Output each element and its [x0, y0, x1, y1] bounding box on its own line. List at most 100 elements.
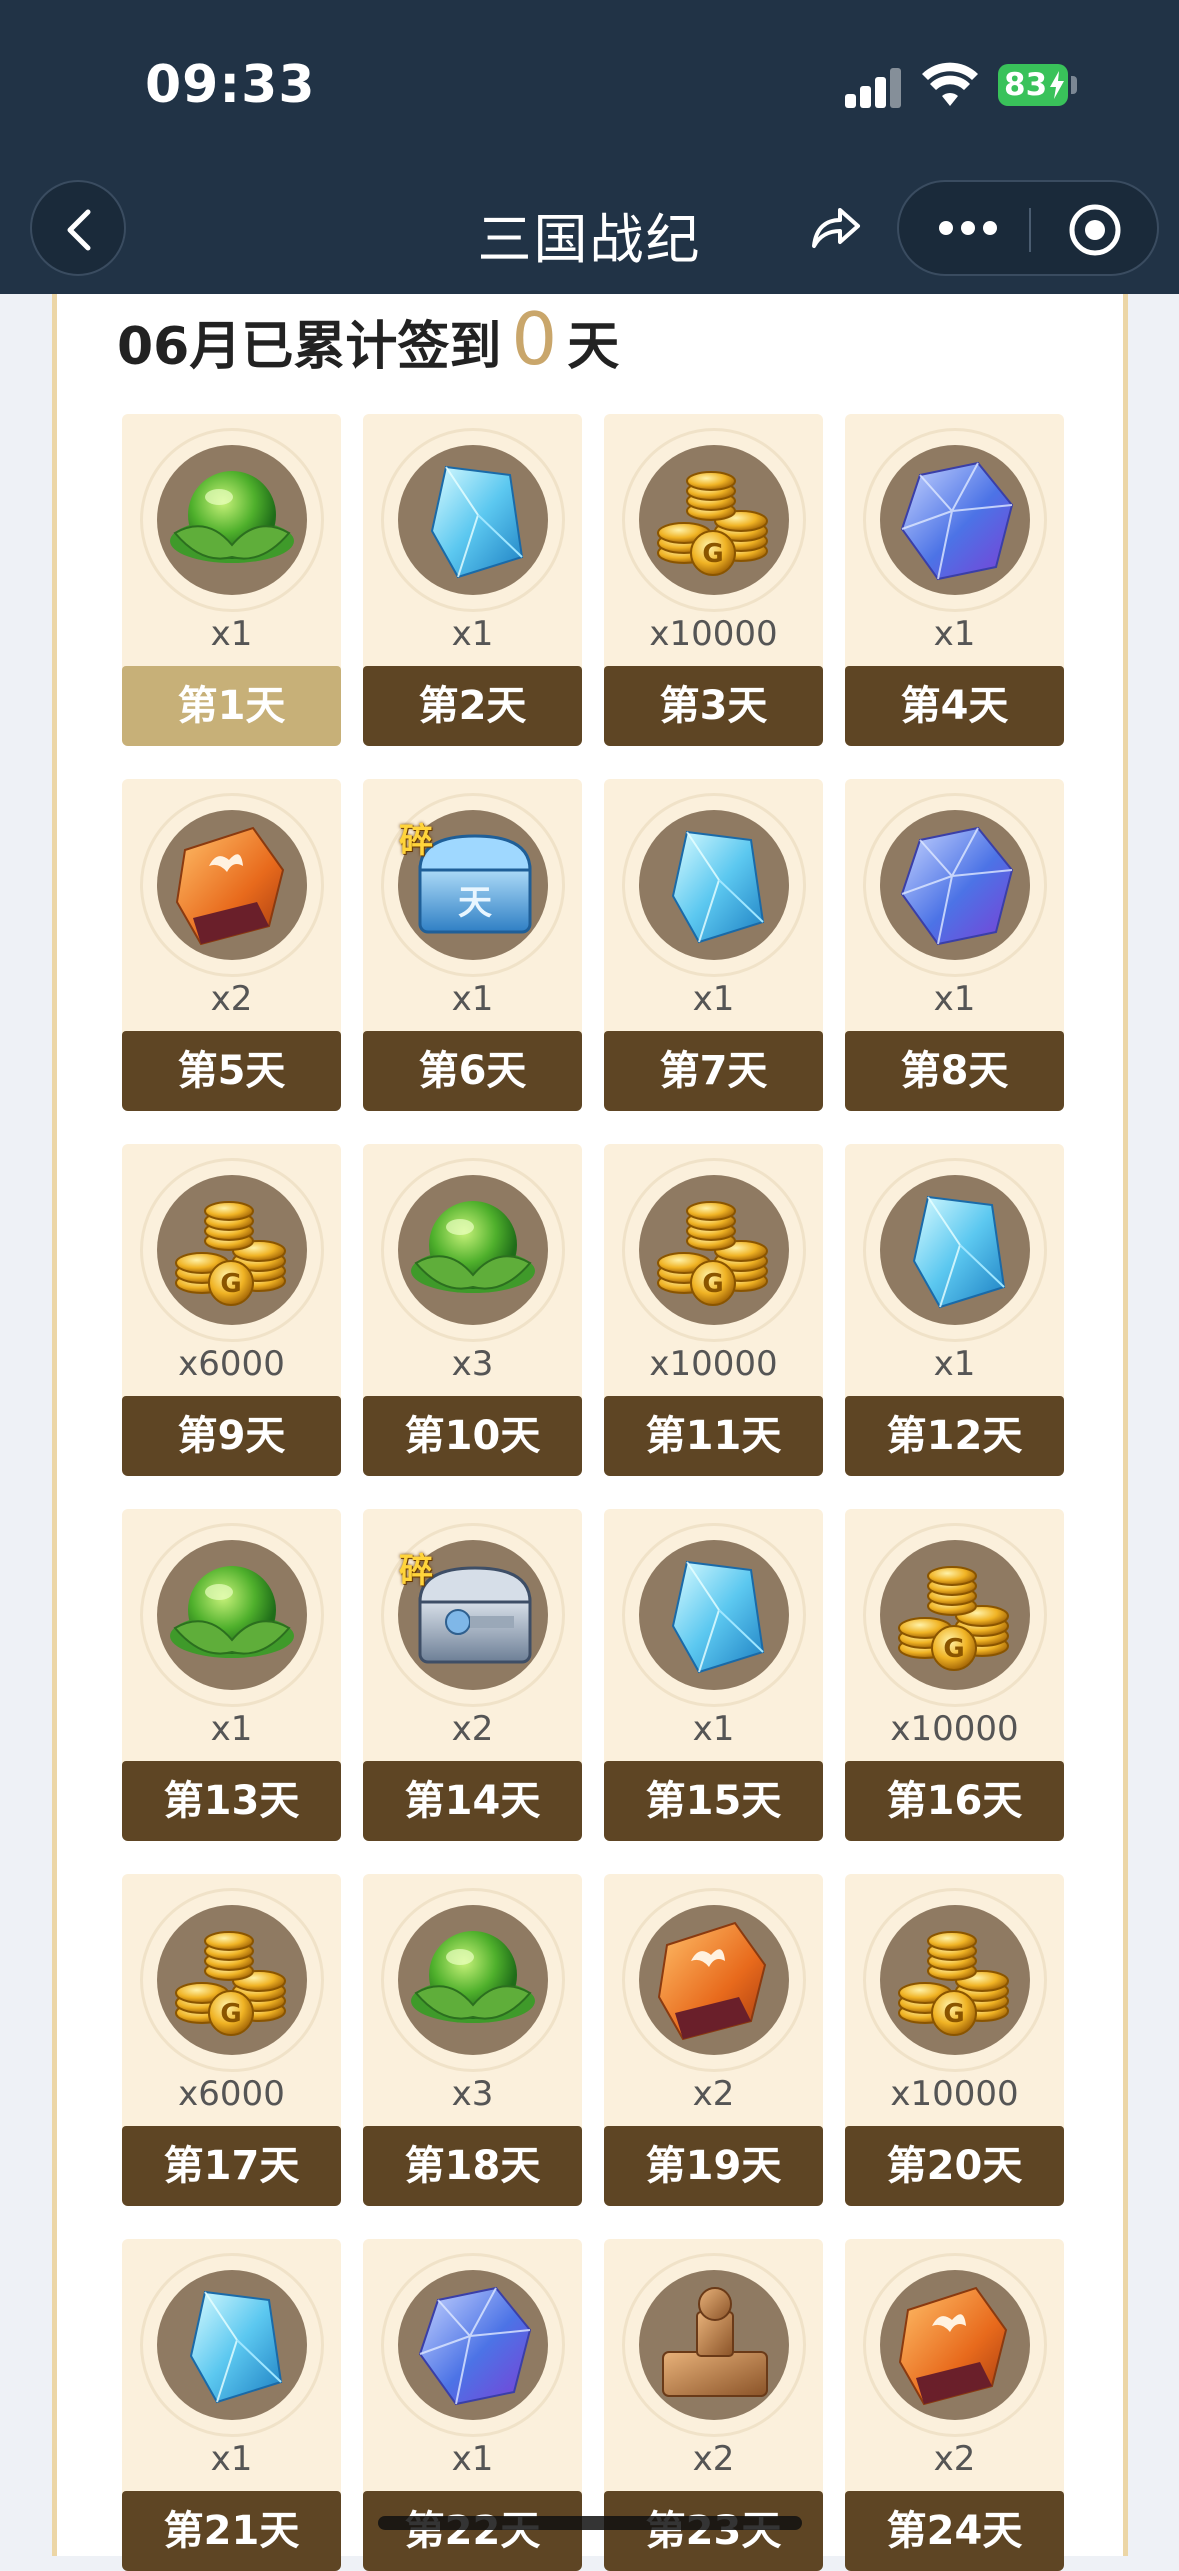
battery-icon: 83: [998, 64, 1068, 106]
reward-icon-frame: G: [863, 1523, 1047, 1707]
day-label: 第10天: [363, 1396, 582, 1476]
reward-cell-day-5[interactable]: x2 第5天: [122, 779, 341, 1111]
svg-text:G: G: [702, 1269, 723, 1299]
reward-quantity: x1: [451, 614, 494, 654]
day-label: 第9天: [122, 1396, 341, 1476]
day-label: 第17天: [122, 2126, 341, 2206]
reward-icon-frame: [381, 1888, 565, 2072]
reward-quantity: x10000: [890, 2074, 1019, 2114]
reward-icon-frame: [863, 428, 1047, 612]
svg-text:G: G: [943, 1634, 964, 1664]
reward-icon-frame: [140, 428, 324, 612]
reward-cell-day-13[interactable]: x1 第13天: [122, 1509, 341, 1841]
green-orb-icon: [411, 1201, 535, 1293]
svg-text:天: 天: [458, 883, 492, 923]
blue-crystal-icon: [671, 830, 765, 944]
day-label: 第6天: [363, 1031, 582, 1111]
top-bar: 09:33 83 三国战纪: [0, 0, 1179, 294]
svg-text:G: G: [220, 1999, 241, 2029]
reward-icon-frame: [381, 2253, 565, 2437]
reward-icon-frame: G: [622, 1158, 806, 1342]
reward-quantity: x6000: [178, 1344, 285, 1384]
reward-cell-day-1[interactable]: x1 第1天: [122, 414, 341, 746]
reward-quantity: x10000: [649, 1344, 778, 1384]
reward-cell-day-10[interactable]: x3 第10天: [363, 1144, 582, 1476]
more-icon[interactable]: [939, 220, 1005, 239]
reward-cell-day-19[interactable]: x2 第19天: [604, 1874, 823, 2206]
reward-cell-day-9[interactable]: G x6000 第9天: [122, 1144, 341, 1476]
share-icon[interactable]: [808, 200, 862, 254]
green-orb-icon: [170, 1566, 294, 1658]
reward-icon-frame: [140, 2253, 324, 2437]
reward-cell-day-7[interactable]: x1 第7天: [604, 779, 823, 1111]
reward-cell-day-3[interactable]: G x10000 第3天: [604, 414, 823, 746]
reward-cell-day-18[interactable]: x3 第18天: [363, 1874, 582, 2206]
reward-quantity: x2: [210, 979, 253, 1019]
day-label: 第7天: [604, 1031, 823, 1111]
reward-cell-day-15[interactable]: x1 第15天: [604, 1509, 823, 1841]
reward-quantity: x6000: [178, 2074, 285, 2114]
reward-quantity: x1: [210, 2439, 253, 2479]
blue-gem-icon: [900, 826, 1014, 946]
reward-icon-frame: [863, 793, 1047, 977]
green-orb-icon: [411, 1931, 535, 2023]
reward-icon-frame: G: [622, 428, 806, 612]
battery-level: 83: [1004, 67, 1048, 103]
blue-gem-icon: [900, 461, 1014, 581]
wifi-icon: [922, 62, 978, 106]
reward-quantity: x3: [451, 1344, 494, 1384]
reward-quantity: x1: [210, 1709, 253, 1749]
day-label: 第1天: [122, 666, 341, 746]
reward-cell-day-20[interactable]: G x10000 第20天: [845, 1874, 1064, 2206]
reward-cell-day-11[interactable]: G x10000 第11天: [604, 1144, 823, 1476]
reward-cell-day-2[interactable]: x1 第2天: [363, 414, 582, 746]
day-label: 第20天: [845, 2126, 1064, 2206]
reward-cell-day-17[interactable]: G x6000 第17天: [122, 1874, 341, 2206]
reward-cell-day-24[interactable]: x2 第24天: [845, 2239, 1064, 2571]
reward-quantity: x2: [933, 2439, 976, 2479]
svg-text:G: G: [702, 539, 723, 569]
day-label: 第21天: [122, 2491, 341, 2571]
cellular-signal-icon: [845, 68, 901, 108]
close-target-icon[interactable]: [1067, 202, 1123, 258]
reward-quantity: x10000: [649, 614, 778, 654]
day-label: 第14天: [363, 1761, 582, 1841]
day-label: 第19天: [604, 2126, 823, 2206]
bronze-seal-icon: [662, 2287, 768, 2397]
day-label: 第13天: [122, 1761, 341, 1841]
day-label: 第12天: [845, 1396, 1064, 1476]
reward-cell-day-21[interactable]: x1 第21天: [122, 2239, 341, 2571]
signin-counter: 06月已累计签到 0 天: [117, 297, 620, 381]
reward-cell-day-14[interactable]: 碎 x2 第14天: [363, 1509, 582, 1841]
day-label: 第2天: [363, 666, 582, 746]
reward-cell-day-16[interactable]: G x10000 第16天: [845, 1509, 1064, 1841]
day-label: 第5天: [122, 1031, 341, 1111]
reward-cell-day-6[interactable]: 碎 天 x1 第6天: [363, 779, 582, 1111]
day-label: 第8天: [845, 1031, 1064, 1111]
reward-cell-day-8[interactable]: x1 第8天: [845, 779, 1064, 1111]
reward-icon-frame: [622, 793, 806, 977]
reward-quantity: x3: [451, 2074, 494, 2114]
reward-icon-frame: G: [140, 1158, 324, 1342]
day-label: 第18天: [363, 2126, 582, 2206]
blue-crystal-icon: [430, 465, 524, 579]
day-label: 第4天: [845, 666, 1064, 746]
blue-crystal-icon: [189, 2290, 283, 2404]
day-label: 第16天: [845, 1761, 1064, 1841]
red-scroll-icon: [657, 1921, 767, 2041]
gold-coins-icon: G: [657, 1201, 768, 1306]
reward-icon-frame: [381, 1158, 565, 1342]
gold-coins-icon: G: [657, 471, 768, 576]
reward-quantity: x1: [451, 979, 494, 1019]
reward-icon-frame: [622, 2253, 806, 2437]
reward-icon-frame: [863, 2253, 1047, 2437]
reward-icon-frame: [622, 1523, 806, 1707]
svg-text:G: G: [220, 1269, 241, 1299]
battery-tip: [1071, 76, 1077, 94]
day-label: 第24天: [845, 2491, 1064, 2571]
gold-coins-icon: G: [898, 1566, 1009, 1671]
signin-card: 06月已累计签到 0 天 x1 第1天 x1 第2天 G x10000 第3天 …: [52, 294, 1128, 2571]
reward-cell-day-12[interactable]: x1 第12天: [845, 1144, 1064, 1476]
reward-cell-day-4[interactable]: x1 第4天: [845, 414, 1064, 746]
reward-quantity: x2: [451, 1709, 494, 1749]
